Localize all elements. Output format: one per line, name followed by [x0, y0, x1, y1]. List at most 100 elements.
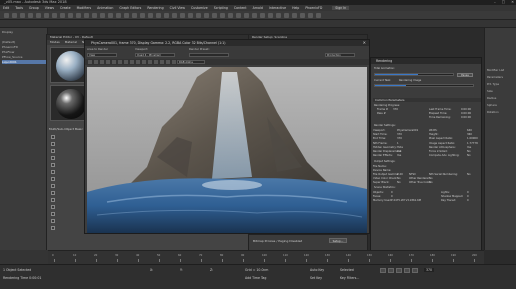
add-time-tag[interactable]: Add Time Tag	[245, 276, 266, 280]
menu-item-animation[interactable]: Animation	[97, 6, 113, 10]
viewport-dropdown[interactable]: Quad 4 - PhysCam	[135, 53, 175, 57]
render-preset-dropdown[interactable]	[189, 53, 229, 57]
scene-item[interactable]: (Default)	[2, 40, 46, 44]
toolbar-tool-icon[interactable]	[140, 13, 145, 18]
toolbar-tool-icon[interactable]	[204, 13, 209, 18]
toolbar-tool-icon[interactable]	[100, 13, 105, 18]
menu-item-graph-editors[interactable]: Graph Editors	[119, 6, 141, 10]
toolbar-tool-icon[interactable]	[172, 13, 177, 18]
menu-item-rendering[interactable]: Rendering	[147, 6, 163, 10]
scene-item[interactable]: Liquid001	[2, 60, 46, 64]
frame-buffer-tool-icon[interactable]	[160, 60, 164, 64]
toolbar-tool-icon[interactable]	[308, 13, 313, 18]
toolbar-tool-icon[interactable]	[28, 13, 33, 18]
toolbar-tool-icon[interactable]	[252, 13, 257, 18]
toolbar-tool-icon[interactable]	[180, 13, 185, 18]
material-id-checkbox[interactable]	[51, 163, 55, 167]
toolbar-tool-icon[interactable]	[20, 13, 25, 18]
selected-dropdown[interactable]: Selected	[340, 268, 354, 272]
frame-buffer-tool-icon[interactable]	[142, 60, 146, 64]
toolbar-tool-icon[interactable]	[220, 13, 225, 18]
frame-buffer-tool-icon[interactable]	[88, 60, 92, 64]
toolbar-tool-icon[interactable]	[4, 13, 9, 18]
menu-item-customize[interactable]: Customize	[191, 6, 208, 10]
material-id-checkbox[interactable]	[51, 156, 55, 160]
menu-item-help[interactable]: Help	[292, 6, 299, 10]
scene-item[interactable]: PhoenixFD	[2, 45, 46, 49]
toolbar-tool-icon[interactable]	[164, 13, 169, 18]
pause-button[interactable]: Pause	[457, 73, 473, 77]
toolbar-tool-icon[interactable]	[92, 13, 97, 18]
material-id-checkbox[interactable]	[51, 184, 55, 188]
timeline[interactable]: 0 10 20 30 40 50 60 70 80 90 100 110 120 130 140 150 160…	[48, 250, 484, 264]
toolbar-tool-icon[interactable]	[300, 13, 305, 18]
command-panel-row[interactable]: Size	[487, 89, 515, 93]
next-frame-icon[interactable]	[404, 268, 410, 273]
toolbar-tool-icon[interactable]	[84, 13, 89, 18]
menu-item-phoenixfd[interactable]: PhoenixFD	[305, 6, 322, 10]
frame-buffer-tool-icon[interactable]	[112, 60, 116, 64]
setup-button[interactable]: Setup...	[329, 238, 347, 243]
toolbar-tool-icon[interactable]	[148, 13, 153, 18]
frame-buffer-tool-icon[interactable]	[130, 60, 134, 64]
channel-dropdown[interactable]: RGB Alpha	[177, 60, 205, 64]
menu-item-tools[interactable]: Tools	[15, 6, 23, 10]
command-panel-row[interactable]: Parameters	[487, 75, 515, 79]
frame-buffer-tool-icon[interactable]	[94, 60, 98, 64]
material-menu-modes[interactable]: Modes	[50, 40, 60, 45]
toolbar-tool-icon[interactable]	[292, 13, 297, 18]
play-icon[interactable]	[396, 268, 402, 273]
set-key-button[interactable]: Set Key	[310, 276, 322, 280]
menu-item-civil-view[interactable]: Civil View	[170, 6, 185, 10]
area-to-render-dropdown[interactable]: View	[87, 53, 117, 57]
toolbar-tool-icon[interactable]	[228, 13, 233, 18]
toolbar-tool-icon[interactable]	[196, 13, 201, 18]
toolbar-tool-icon[interactable]	[124, 13, 129, 18]
toolbar-tool-icon[interactable]	[68, 13, 73, 18]
material-id-checkbox[interactable]	[51, 191, 55, 195]
frame-counter[interactable]: 370	[424, 268, 435, 272]
toolbar-tool-icon[interactable]	[116, 13, 121, 18]
key-filters-button[interactable]: Key Filters...	[340, 276, 359, 280]
toolbar-tool-icon[interactable]	[108, 13, 113, 18]
frame-buffer-tool-icon[interactable]	[100, 60, 104, 64]
material-menu-material[interactable]: Material	[65, 40, 77, 45]
material-id-checkbox[interactable]	[51, 170, 55, 174]
menu-item-content[interactable]: Content	[234, 6, 247, 10]
menu-item-edit[interactable]: Edit	[3, 6, 9, 10]
toolbar-tool-icon[interactable]	[52, 13, 57, 18]
menu-item-scripting[interactable]: Scripting	[214, 6, 228, 10]
sign-in-button[interactable]: Sign In	[332, 6, 350, 10]
frame-buffer-tool-icon[interactable]	[148, 60, 152, 64]
toolbar-tool-icon[interactable]	[212, 13, 217, 18]
material-id-checkbox[interactable]	[51, 135, 55, 139]
frame-buffer-tool-icon[interactable]	[172, 60, 176, 64]
menu-item-create[interactable]: Create	[60, 6, 71, 10]
toolbar-tool-icon[interactable]	[260, 13, 265, 18]
command-panel-row[interactable]: Radius	[487, 96, 515, 100]
toolbar-tool-icon[interactable]	[268, 13, 273, 18]
toolbar-tool-icon[interactable]	[316, 13, 321, 18]
material-id-checkbox[interactable]	[51, 149, 55, 153]
auto-key-button[interactable]: Auto Key	[310, 268, 324, 272]
frame-buffer-tool-icon[interactable]	[166, 60, 170, 64]
toolbar-tool-icon[interactable]	[12, 13, 17, 18]
common-parameters-section[interactable]: Common Parameters	[373, 98, 481, 102]
menu-item-group[interactable]: Group	[29, 6, 39, 10]
toolbar-tool-icon[interactable]	[60, 13, 65, 18]
frame-buffer-tool-icon[interactable]	[124, 60, 128, 64]
command-panel-row[interactable]: Modifier List	[487, 68, 515, 72]
toolbar-tool-icon[interactable]	[276, 13, 281, 18]
frame-buffer-tool-icon[interactable]	[118, 60, 122, 64]
menu-item-views[interactable]: Views	[45, 6, 54, 10]
production-dropdown[interactable]: Production	[325, 53, 355, 57]
material-id-checkbox[interactable]	[51, 198, 55, 202]
toolbar-tool-icon[interactable]	[244, 13, 249, 18]
toolbar-tool-icon[interactable]	[236, 13, 241, 18]
command-panel-row[interactable]: Prt. Type	[487, 82, 515, 86]
material-id-checkbox[interactable]	[51, 205, 55, 209]
toolbar-tool-icon[interactable]	[132, 13, 137, 18]
menu-item-modifiers[interactable]: Modifiers	[77, 6, 92, 10]
toolbar-tool-icon[interactable]	[284, 13, 289, 18]
toolbar-tool-icon[interactable]	[76, 13, 81, 18]
